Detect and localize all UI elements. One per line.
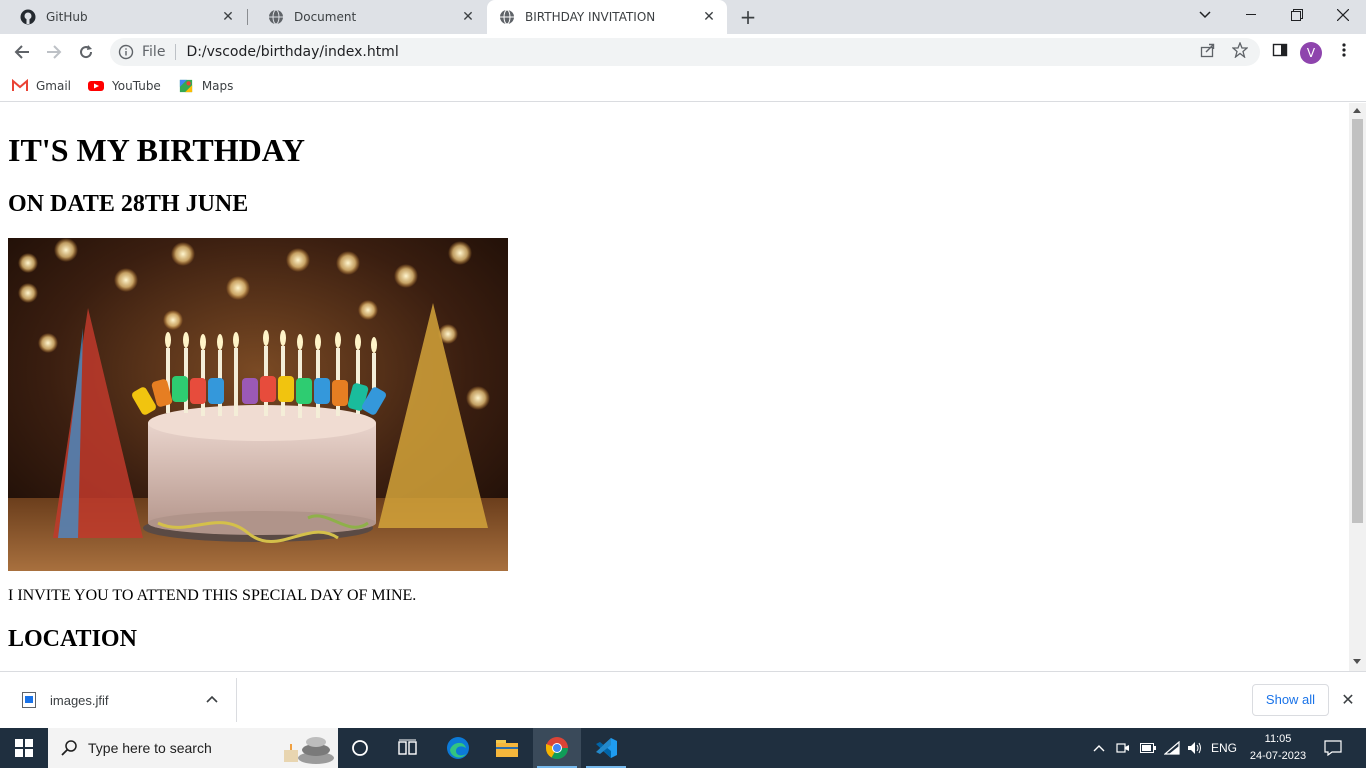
close-icon[interactable]: ✕ — [460, 9, 476, 25]
taskbar-search-box[interactable]: Type here to search — [48, 728, 338, 768]
github-icon — [20, 9, 36, 25]
download-shelf: images.jfif Show all ✕ — [0, 671, 1366, 728]
show-hidden-icons-chevron-icon[interactable] — [1090, 728, 1108, 768]
vscode-icon[interactable] — [582, 728, 630, 768]
download-file-name: images.jfif — [50, 692, 109, 708]
tab-label: Document — [294, 10, 357, 24]
reload-button[interactable] — [72, 38, 100, 66]
edge-browser-icon[interactable] — [434, 728, 482, 768]
globe-icon — [269, 9, 283, 25]
system-clock[interactable]: 11:05 24-07-2023 — [1248, 731, 1308, 765]
tab-search-chevron-icon[interactable] — [1182, 0, 1228, 30]
clock-date: 24-07-2023 — [1249, 750, 1307, 762]
forward-arrow-icon — [47, 45, 62, 59]
reload-icon — [80, 45, 93, 59]
menu-kebab-icon[interactable] — [1334, 40, 1354, 60]
battery-icon[interactable] — [1138, 728, 1158, 768]
close-shelf-icon[interactable]: ✕ — [1338, 690, 1358, 710]
window-close-button[interactable] — [1320, 0, 1366, 30]
search-placeholder: Type here to search — [88, 740, 212, 756]
bookmark-youtube[interactable]: YouTube — [88, 79, 161, 93]
birthday-cake-image — [8, 238, 508, 571]
gmail-icon — [12, 78, 28, 91]
file-explorer-icon[interactable] — [483, 728, 531, 768]
file-image-icon — [22, 692, 36, 708]
meet-now-icon[interactable] — [1114, 728, 1132, 768]
info-icon[interactable] — [118, 44, 134, 60]
bookmark-label: Maps — [201, 78, 234, 93]
tab-github[interactable]: GitHub ✕ — [0, 0, 246, 34]
cortana-icon[interactable] — [336, 728, 384, 768]
share-icon[interactable] — [1198, 40, 1218, 60]
bookmark-label: YouTube — [112, 78, 161, 93]
windows-taskbar: Type here to search ENG 11:05 24-07-2023 — [0, 728, 1366, 768]
minimize-button[interactable] — [1228, 0, 1274, 30]
wifi-icon[interactable] — [1162, 728, 1182, 768]
date-heading: ON DATE 28TH JUNE — [8, 191, 249, 217]
language-indicator[interactable]: ENG — [1208, 728, 1240, 768]
restore-button[interactable] — [1274, 0, 1320, 30]
scrollbar-thumb[interactable] — [1352, 119, 1363, 523]
bookmark-maps[interactable]: Maps — [178, 78, 234, 93]
scroll-down-arrow-icon[interactable] — [1353, 659, 1361, 664]
bookmarks-bar: Gmail YouTube Maps — [0, 70, 1366, 102]
invite-text: I INVITE YOU TO ATTEND THIS SPECIAL DAY … — [8, 587, 417, 604]
side-panel-icon[interactable] — [1270, 40, 1290, 60]
search-highlight-image — [284, 737, 334, 764]
scheme-label: File — [142, 44, 166, 60]
close-icon[interactable]: ✕ — [701, 9, 717, 25]
chrome-icon[interactable] — [533, 728, 581, 768]
download-item[interactable]: images.jfif — [0, 678, 237, 722]
search-icon — [61, 740, 77, 756]
show-all-button[interactable]: Show all — [1252, 684, 1329, 716]
back-button[interactable] — [8, 38, 36, 66]
bookmark-label: Gmail — [36, 78, 72, 93]
address-bar[interactable]: File D:/vscode/birthday/index.html — [110, 38, 1260, 66]
clock-time: 11:05 — [1264, 733, 1292, 745]
tab-label: BIRTHDAY INVITATION — [525, 10, 656, 24]
page-body: IT'S MY BIRTHDAY ON DATE 28TH JUNE I INV… — [0, 103, 1349, 671]
page-scrollbar[interactable] — [1349, 103, 1366, 671]
page-viewport: IT'S MY BIRTHDAY ON DATE 28TH JUNE I INV… — [0, 103, 1349, 671]
youtube-icon — [88, 80, 105, 91]
tab-birthday-invitation[interactable]: BIRTHDAY INVITATION ✕ — [487, 0, 727, 34]
start-button[interactable] — [0, 728, 48, 768]
page-title: IT'S MY BIRTHDAY — [8, 132, 306, 168]
tab-document[interactable]: Document ✕ — [248, 0, 486, 34]
tab-label: GitHub — [46, 10, 88, 24]
volume-icon[interactable] — [1185, 728, 1205, 768]
location-heading: LOCATION — [8, 626, 137, 652]
close-icon[interactable]: ✕ — [220, 9, 236, 25]
profile-avatar[interactable]: V — [1300, 42, 1322, 64]
bookmark-gmail[interactable]: Gmail — [12, 78, 72, 93]
browser-toolbar: File D:/vscode/birthday/index.html V — [0, 34, 1366, 70]
task-view-icon[interactable] — [384, 728, 432, 768]
forward-button[interactable] — [40, 38, 68, 66]
globe-icon — [500, 9, 514, 25]
tab-strip: GitHub ✕ Document ✕ BIRTHDAY INVITATION … — [0, 0, 1366, 34]
scroll-up-arrow-icon[interactable] — [1353, 108, 1361, 113]
chevron-up-icon[interactable] — [205, 692, 219, 706]
omnibox-divider — [175, 44, 177, 60]
windows-logo-icon — [15, 739, 33, 757]
back-arrow-icon — [14, 45, 29, 59]
bookmark-star-icon[interactable] — [1230, 40, 1250, 60]
maps-icon — [179, 79, 192, 92]
notification-icon[interactable] — [1318, 728, 1348, 768]
url-text[interactable]: D:/vscode/birthday/index.html — [186, 44, 398, 60]
new-tab-button[interactable]: + — [737, 6, 759, 28]
